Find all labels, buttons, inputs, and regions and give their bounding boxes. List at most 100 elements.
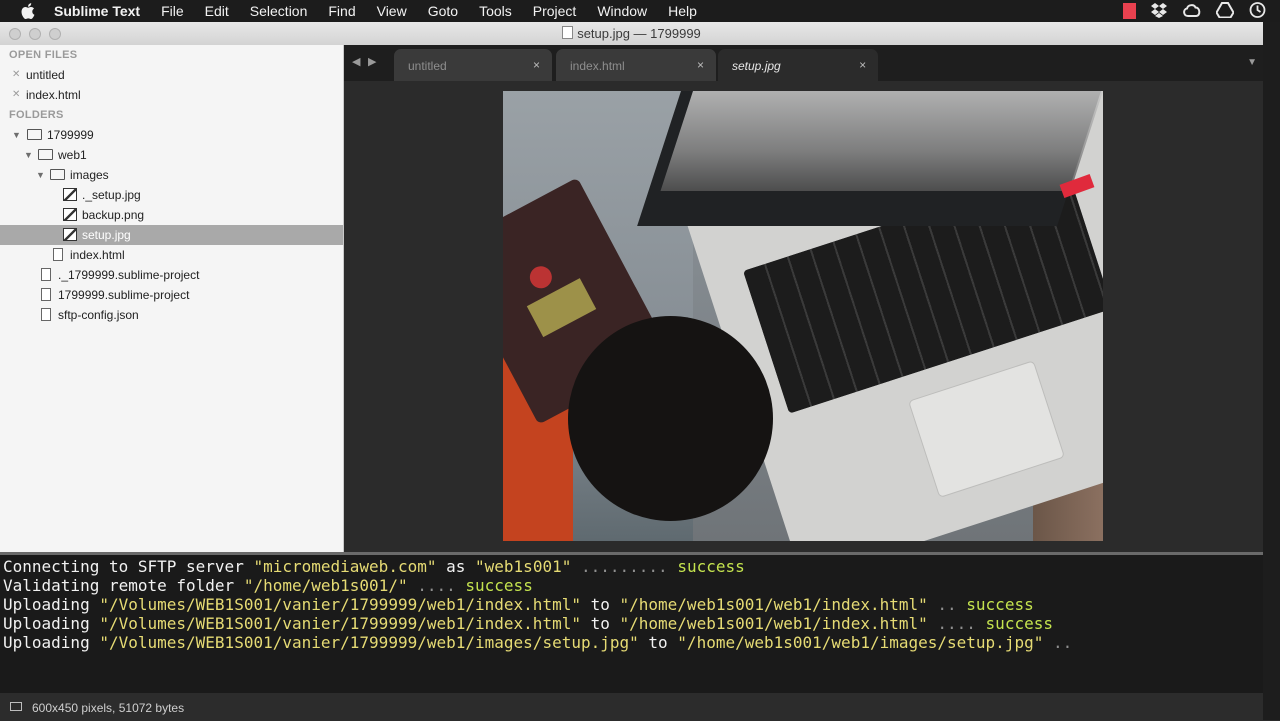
tab-untitled[interactable]: untitled ×	[394, 49, 552, 81]
console-text: Uploading	[3, 614, 100, 633]
document-file-icon	[53, 248, 63, 261]
console-dots: ..	[927, 595, 967, 614]
open-files-header: OPEN FILES	[9, 49, 78, 61]
output-console[interactable]: Connecting to SFTP server "micromediaweb…	[0, 555, 1263, 692]
tab-setup-jpg[interactable]: setup.jpg ×	[718, 49, 878, 81]
file-label: sftp-config.json	[58, 308, 139, 322]
menu-window[interactable]: Window	[597, 3, 647, 19]
tab-close-icon[interactable]: ×	[859, 58, 866, 72]
file-sftp-config[interactable]: sftp-config.json	[0, 305, 343, 325]
tab-back-icon[interactable]: ◀	[352, 55, 360, 68]
console-success: success	[966, 595, 1034, 614]
console-string: "/home/web1s001/"	[243, 576, 408, 595]
folder-label: 1799999	[47, 128, 94, 142]
file-sublime-project[interactable]: 1799999.sublime-project	[0, 285, 343, 305]
open-file-label: index.html	[26, 88, 81, 102]
menu-view[interactable]: View	[377, 3, 407, 19]
image-file-icon	[63, 188, 77, 201]
folder-1799999[interactable]: ▼ 1799999	[0, 125, 343, 145]
document-file-icon	[41, 268, 51, 281]
creative-cloud-icon[interactable]	[1182, 3, 1202, 20]
console-text: to	[638, 633, 678, 652]
window-title: setup.jpg — 1799999	[0, 26, 1263, 41]
console-line: Validating remote folder "/home/web1s001…	[3, 576, 533, 595]
tab-close-icon[interactable]: ×	[533, 58, 540, 72]
red-box-icon[interactable]	[1123, 3, 1136, 19]
file-dot-sublime-project[interactable]: ._1799999.sublime-project	[0, 265, 343, 285]
menu-goto[interactable]: Goto	[428, 3, 458, 19]
disclosure-open-icon[interactable]: ▼	[24, 145, 33, 165]
console-text: as	[436, 557, 476, 576]
console-text: to	[580, 614, 620, 633]
sidebar: OPEN FILES ✕ untitled ✕ index.html FOLDE…	[0, 45, 344, 552]
tab-index-html[interactable]: index.html ×	[556, 49, 716, 81]
menu-tools[interactable]: Tools	[479, 3, 512, 19]
menu-find[interactable]: Find	[328, 3, 355, 19]
menu-edit[interactable]: Edit	[205, 3, 229, 19]
disclosure-open-icon[interactable]: ▼	[12, 125, 21, 145]
console-string: "/home/web1s001/web1/index.html"	[619, 595, 928, 614]
image-preview	[503, 91, 1103, 541]
console-string: "/Volumes/WEB1S001/vanier/1799999/web1/i…	[99, 633, 639, 652]
file-backup-png[interactable]: backup.png	[0, 205, 343, 225]
folder-open-icon	[50, 169, 65, 180]
dropbox-icon[interactable]	[1150, 2, 1168, 21]
menu-app-name[interactable]: Sublime Text	[54, 3, 140, 19]
console-success: success	[465, 576, 533, 595]
console-dots: ....	[927, 614, 986, 633]
status-bar: 600x450 pixels, 51072 bytes	[0, 692, 1263, 721]
image-file-icon	[63, 208, 77, 221]
console-success: success	[985, 614, 1053, 633]
menu-project[interactable]: Project	[533, 3, 577, 19]
console-success: success	[677, 557, 745, 576]
file-label: setup.jpg	[82, 228, 131, 242]
console-string: "/home/web1s001/web1/index.html"	[619, 614, 928, 633]
folder-web1[interactable]: ▼ web1	[0, 145, 343, 165]
status-tray	[1123, 0, 1280, 22]
console-string: "/Volumes/WEB1S001/vanier/1799999/web1/i…	[99, 595, 581, 614]
file-proxy-icon[interactable]	[562, 26, 574, 39]
tab-label: index.html	[570, 59, 625, 73]
tab-label: setup.jpg	[732, 59, 781, 73]
console-line: Uploading "/Volumes/WEB1S001/vanier/1799…	[3, 614, 1053, 633]
open-file-untitled[interactable]: ✕ untitled	[0, 65, 343, 85]
console-string: "micromediaweb.com"	[253, 557, 437, 576]
console-line: Connecting to SFTP server "micromediaweb…	[3, 557, 745, 576]
folder-label: web1	[58, 148, 87, 162]
close-file-icon[interactable]: ✕	[12, 85, 20, 105]
tab-list-dropdown-icon[interactable]: ▼	[1247, 57, 1257, 68]
photo-laptop-display	[660, 91, 1103, 191]
status-text: 600x450 pixels, 51072 bytes	[32, 701, 185, 715]
folder-label: images	[70, 168, 109, 182]
file-index-html[interactable]: index.html	[0, 245, 343, 265]
folder-images[interactable]: ▼ images	[0, 165, 343, 185]
tab-label: untitled	[408, 59, 447, 73]
tab-forward-icon[interactable]: ▶	[368, 55, 376, 68]
window-right-edge	[1263, 22, 1280, 720]
console-text: Uploading	[3, 595, 100, 614]
apple-icon[interactable]	[20, 2, 38, 20]
folders-header: FOLDERS	[9, 109, 64, 121]
menu-selection[interactable]: Selection	[250, 3, 308, 19]
console-line: Uploading "/Volumes/WEB1S001/vanier/1799…	[3, 595, 1034, 614]
document-file-icon	[41, 288, 51, 301]
time-machine-icon[interactable]	[1248, 1, 1266, 22]
console-text: to	[580, 595, 620, 614]
file-label: backup.png	[82, 208, 145, 222]
panel-toggle-icon[interactable]	[10, 702, 22, 711]
open-file-index-html[interactable]: ✕ index.html	[0, 85, 343, 105]
window-title-text: setup.jpg — 1799999	[577, 26, 701, 41]
image-file-icon	[63, 228, 77, 241]
console-dots: ..	[1043, 633, 1073, 652]
menu-file[interactable]: File	[161, 3, 184, 19]
file-dot-setup-jpg[interactable]: ._setup.jpg	[0, 185, 343, 205]
drive-icon[interactable]	[1215, 1, 1235, 21]
menu-help[interactable]: Help	[668, 3, 697, 19]
file-label: 1799999.sublime-project	[58, 288, 190, 302]
disclosure-open-icon[interactable]: ▼	[36, 165, 45, 185]
folder-open-icon	[27, 129, 42, 140]
close-file-icon[interactable]: ✕	[12, 65, 20, 85]
file-setup-jpg[interactable]: setup.jpg	[0, 225, 343, 245]
tab-close-icon[interactable]: ×	[697, 58, 704, 72]
file-label: ._setup.jpg	[82, 188, 141, 202]
